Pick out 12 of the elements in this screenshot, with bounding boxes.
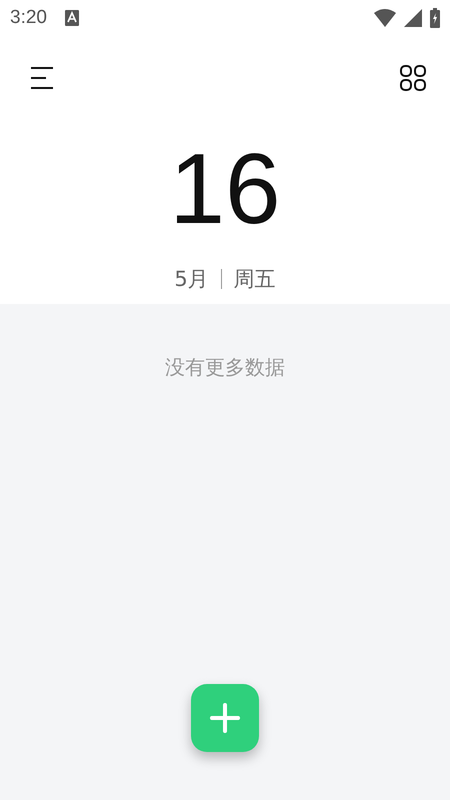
- plus-icon: [210, 703, 240, 733]
- status-time: 3:20: [10, 7, 47, 29]
- weekday-label: 周五: [234, 266, 276, 293]
- battery-icon: [430, 8, 440, 28]
- month-label: 5月: [174, 266, 209, 293]
- menu-icon[interactable]: [30, 66, 54, 90]
- signal-icon: [404, 9, 422, 27]
- keyboard-icon: [64, 10, 79, 26]
- grid-icon[interactable]: [400, 65, 426, 91]
- day-number: 16: [168, 134, 282, 244]
- empty-message: 没有更多数据: [165, 354, 285, 381]
- wifi-icon: [374, 9, 396, 27]
